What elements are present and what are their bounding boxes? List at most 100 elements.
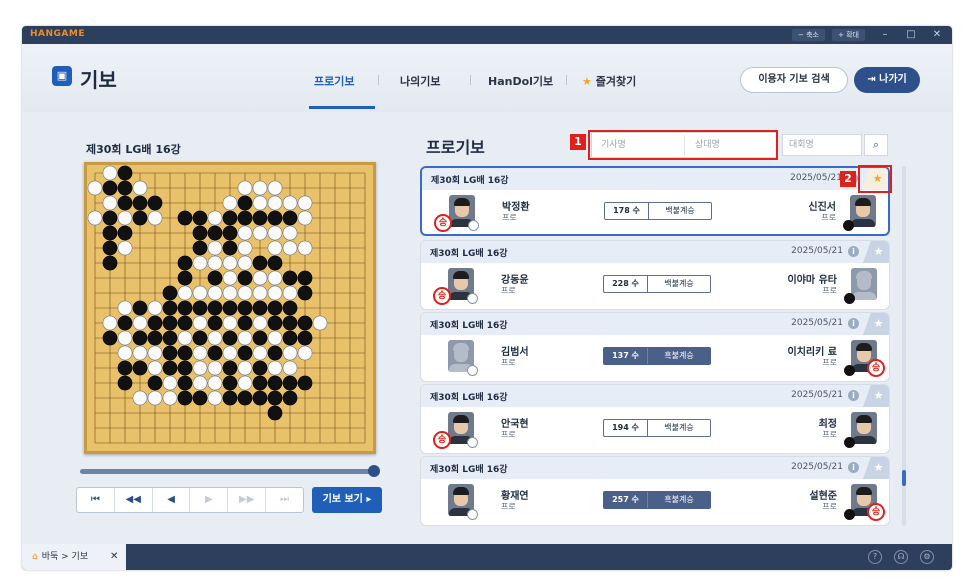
user-kibo-search-button[interactable]: 이용자 기보 검색: [740, 67, 848, 93]
black-stone: [177, 375, 193, 391]
white-stone: [207, 360, 223, 376]
prev-move-button[interactable]: ◀: [153, 488, 191, 512]
prev-10-button[interactable]: ◀◀: [115, 488, 153, 512]
black-stone: [162, 330, 178, 346]
white-stone: [267, 180, 283, 196]
white-stone: [252, 180, 268, 196]
black-stone: [132, 195, 148, 211]
help-icon[interactable]: ?: [868, 550, 882, 564]
minimize-icon[interactable]: –: [878, 28, 892, 42]
bottom-tab-label: 바둑 > 기보: [41, 552, 89, 562]
black-stone: [177, 315, 193, 331]
annotation-badge-1: 1: [570, 134, 586, 150]
white-stone: [207, 255, 223, 271]
view-kibo-button[interactable]: 기보 보기 ▸: [312, 487, 382, 513]
header: ▣ 기보 프로기보 나의기보 HanDol기보 ★ 즐겨찾기 이용자 기보 검색…: [22, 44, 952, 112]
tab-handol-kibo[interactable]: HanDol기보: [488, 73, 553, 89]
search-icon[interactable]: ⌕: [864, 134, 888, 156]
settings-gear-icon[interactable]: ⚙: [920, 550, 934, 564]
game-result: 194 수 백불계승: [603, 419, 711, 437]
white-stone: [102, 315, 118, 331]
black-stone: [207, 315, 223, 331]
next-10-button[interactable]: ▶▶: [228, 488, 267, 512]
black-stone-icon: [844, 437, 855, 448]
home-icon: ⌂: [32, 552, 38, 562]
first-move-button[interactable]: ⏮: [77, 488, 115, 512]
list-title: 프로기보: [426, 138, 485, 157]
left-player-rank: 프로: [501, 286, 516, 295]
player-avatar: [850, 195, 876, 227]
close-icon[interactable]: ✕: [930, 28, 944, 42]
game-card[interactable]: 제30회 LG배 16강 2025/05/21 i ★ 김범서 프로 137 수 흑불계승 이치…: [420, 312, 890, 382]
move-slider-handle[interactable]: [368, 465, 380, 477]
black-stone: [297, 315, 313, 331]
black-stone: [297, 285, 313, 301]
zoom-in-button[interactable]: + 확대: [832, 29, 865, 41]
black-stone: [162, 285, 178, 301]
white-stone: [192, 345, 208, 361]
result-text: 백불계승: [664, 279, 694, 288]
info-icon[interactable]: i: [848, 462, 859, 473]
white-stone: [87, 180, 103, 196]
result-text: 흑불계승: [664, 495, 694, 504]
white-stone: [192, 255, 208, 271]
white-stone: [237, 360, 253, 376]
game-card[interactable]: 제30회 LG배 16강 2025/05/21 i ★ 황재연 프로 257 수 흑불계승 설현…: [420, 456, 890, 526]
white-stone: [222, 345, 238, 361]
card-date: 2025/05/21: [791, 246, 843, 256]
list-scrollbar-thumb[interactable]: [902, 470, 906, 486]
info-icon[interactable]: i: [848, 390, 859, 401]
white-stone: [237, 285, 253, 301]
left-player-rank: 프로: [501, 358, 516, 367]
black-stone-icon: [844, 365, 855, 376]
game-card[interactable]: 제30회 LG배 16강 2025/05/21 i ★ 승 안국현 프로 194 수 백불계승 최…: [420, 384, 890, 454]
annotation-frame-1: [588, 130, 778, 160]
black-stone: [132, 360, 148, 376]
tournament-name-input[interactable]: 대회명: [782, 134, 862, 156]
bottom-tab-baduk-kibo[interactable]: ⌂ 바둑 > 기보 ✕: [22, 544, 126, 570]
black-stone: [267, 300, 283, 316]
zoom-out-button[interactable]: − 축소: [792, 29, 825, 41]
white-stone: [192, 285, 208, 301]
move-count: 257 수: [604, 492, 648, 508]
tab-divider: [566, 75, 567, 85]
go-board[interactable]: [84, 162, 376, 454]
white-stone: [162, 390, 178, 406]
black-stone: [102, 180, 118, 196]
move-slider-track[interactable]: [80, 469, 376, 474]
star-icon: ★: [582, 75, 592, 88]
left-player-name: 안국현: [501, 419, 529, 430]
right-player-rank: 프로: [822, 286, 837, 295]
maximize-icon[interactable]: □: [904, 28, 918, 42]
white-stone: [297, 195, 313, 211]
info-icon[interactable]: i: [848, 246, 859, 257]
tab-close-icon[interactable]: ✕: [110, 544, 118, 570]
game-card[interactable]: 제30회 LG배 16강2025/05/21i★승박정환프로178 수백불계승신…: [420, 166, 890, 236]
white-stone: [222, 195, 238, 211]
black-stone: [252, 375, 268, 391]
game-card[interactable]: 제30회 LG배 16강 2025/05/21 i ★ 승 강동윤 프로 228 수 백불계승 이…: [420, 240, 890, 310]
win-badge: 승: [434, 214, 452, 232]
hangame-window: HANGAME − 축소 + 확대 – □ ✕ ▣ 기보 프로기보 나의기보 H…: [22, 26, 952, 570]
last-move-button[interactable]: ⏭: [266, 488, 303, 512]
tab-divider: [470, 75, 471, 85]
black-stone-icon: [843, 220, 854, 231]
white-stone: [297, 240, 313, 256]
white-stone: [177, 330, 193, 346]
black-stone: [207, 225, 223, 241]
black-stone: [237, 270, 253, 286]
white-stone: [102, 195, 118, 211]
tab-my-kibo[interactable]: 나의기보: [400, 73, 440, 89]
tab-pro-kibo[interactable]: 프로기보: [314, 73, 354, 89]
headset-icon[interactable]: ☊: [894, 550, 908, 564]
active-tab-indicator: [309, 106, 375, 109]
result-text: 백불계승: [665, 206, 695, 215]
black-stone: [282, 210, 298, 226]
exit-button[interactable]: ⇥ 나가기: [854, 67, 920, 93]
info-icon[interactable]: i: [848, 318, 859, 329]
black-stone: [207, 345, 223, 361]
white-stone: [282, 240, 298, 256]
next-move-button[interactable]: ▶: [190, 488, 229, 512]
move-count: 194 수: [604, 420, 648, 436]
tab-favorites[interactable]: ★ 즐겨찾기: [582, 73, 636, 89]
